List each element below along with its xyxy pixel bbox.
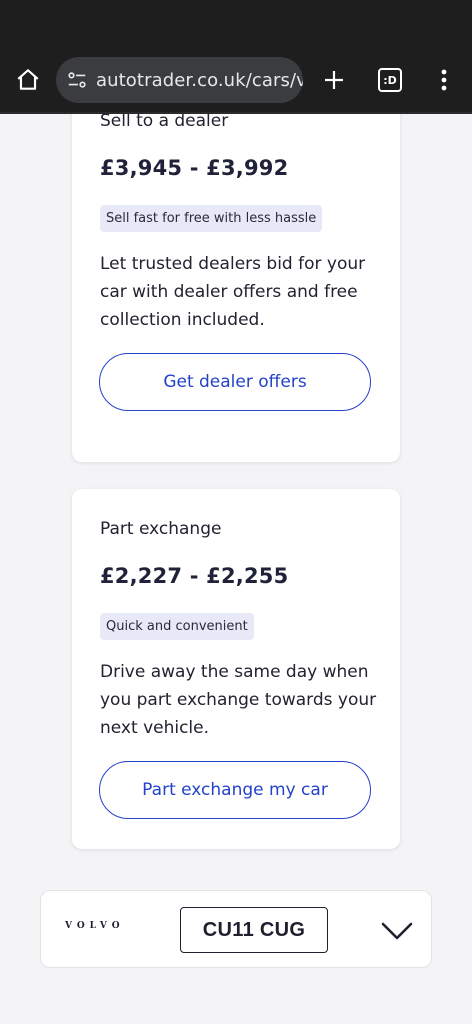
browser-toolbar: autotrader.co.uk/cars/va :D (0, 44, 472, 114)
get-dealer-offers-button[interactable]: Get dealer offers (99, 353, 371, 411)
tab-count: :D (378, 68, 402, 92)
chevron-down-icon[interactable] (379, 915, 415, 945)
plus-icon (325, 71, 343, 89)
page-content: Sell to a dealer £3,945 - £3,992 Sell fa… (0, 114, 472, 1024)
registration-plate: CU11 CUG (180, 907, 328, 953)
part-exchange-button[interactable]: Part exchange my car (99, 761, 371, 819)
offer-badge: Quick and convenient (100, 613, 254, 640)
address-bar[interactable]: autotrader.co.uk/cars/va (56, 57, 303, 103)
offer-badge: Sell fast for free with less hassle (100, 205, 323, 232)
new-tab-button[interactable] (316, 62, 352, 98)
tab-switcher-button[interactable]: :D (372, 62, 408, 98)
brand-logo: VOLVO (65, 921, 125, 931)
vehicle-summary-bar[interactable]: VOLVO CU11 CUG (40, 890, 432, 968)
offer-description: Drive away the same day when you part ex… (100, 662, 377, 738)
home-button[interactable] (10, 62, 46, 98)
offer-description: Let trusted dealers bid for your car wit… (100, 254, 366, 330)
url-text: autotrader.co.uk/cars/va (96, 69, 303, 91)
status-bar (0, 0, 472, 44)
browser-menu-button[interactable] (426, 62, 462, 98)
offer-card-dealer: Sell to a dealer £3,945 - £3,992 Sell fa… (72, 114, 400, 462)
offer-title: Part exchange (100, 519, 222, 539)
more-vert-icon (441, 69, 447, 91)
offer-title: Sell to a dealer (100, 114, 229, 131)
site-settings-icon[interactable] (66, 69, 88, 91)
offer-price: £2,227 - £2,255 (100, 564, 289, 588)
offer-card-part-exchange: Part exchange £2,227 - £2,255 Quick and … (72, 489, 400, 849)
offer-price: £3,945 - £3,992 (100, 156, 289, 180)
home-icon (17, 69, 39, 90)
